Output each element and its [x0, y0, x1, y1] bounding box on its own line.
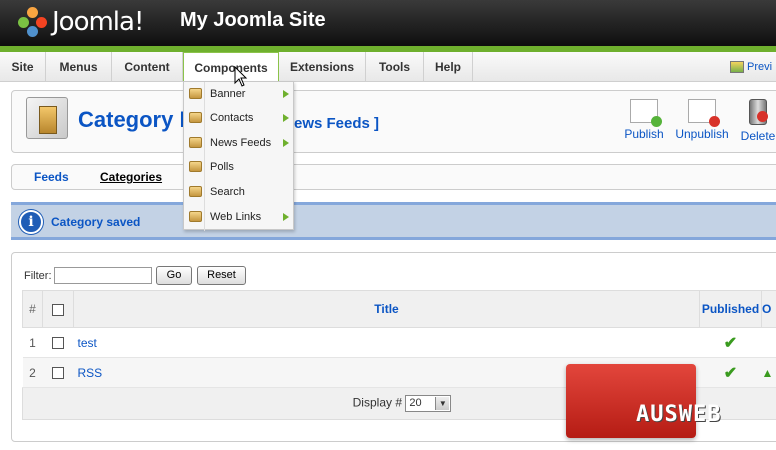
order-up-icon[interactable]: ▲ — [762, 366, 774, 380]
submenu-categories[interactable]: Categories — [100, 170, 162, 184]
component-icon — [189, 161, 202, 172]
dropdown-item-search[interactable]: Search — [184, 180, 293, 204]
main-menubar: Site Menus Content Components Extensions… — [0, 52, 776, 82]
col-title[interactable]: Title — [73, 290, 700, 328]
toolbar-box: Category M ews Feeds ] Publish Unpublish… — [11, 90, 776, 153]
row-order-cell: ▲ — [761, 357, 776, 388]
unpublish-button[interactable]: Unpublish — [672, 99, 732, 141]
dropdown-item-label: News Feeds — [210, 137, 272, 149]
unpublish-icon — [688, 99, 720, 127]
mouse-cursor-icon — [234, 66, 248, 87]
col-number: # — [22, 290, 43, 328]
row-checkbox[interactable] — [52, 337, 64, 350]
admin-header: Joomla! My Joomla Site — [0, 0, 776, 46]
submenu-arrow-icon — [283, 90, 289, 98]
published-check-icon[interactable]: ✔ — [724, 335, 737, 352]
joomla-logo-icon — [18, 7, 48, 37]
page-title: Category M — [78, 107, 198, 132]
menu-extensions[interactable]: Extensions — [279, 52, 366, 82]
row-number: 1 — [22, 327, 43, 358]
preview-icon — [730, 61, 744, 74]
go-button[interactable]: Go — [156, 266, 192, 285]
row-title-cell: test — [73, 327, 700, 358]
col-order[interactable]: O — [761, 290, 776, 328]
joomla-logo: Joomla! — [18, 6, 144, 38]
logo-text: Joomla! — [52, 7, 144, 37]
preview-label: Previ — [747, 61, 773, 73]
component-icon — [189, 137, 202, 148]
select-all-checkbox[interactable] — [52, 303, 64, 316]
dropdown-item-label: Web Links — [210, 211, 262, 223]
site-name: My Joomla Site — [180, 9, 326, 31]
col-select-all — [42, 290, 74, 328]
info-icon: i — [19, 210, 43, 234]
submenu-arrow-icon — [283, 139, 289, 147]
dropdown-item-polls[interactable]: Polls — [184, 155, 293, 179]
row-published-cell: ✔ — [699, 357, 762, 388]
delete-button[interactable]: Delete — [728, 99, 776, 143]
row-select — [42, 327, 74, 358]
display-label: Display # — [352, 395, 402, 410]
publish-button[interactable]: Publish — [614, 99, 674, 141]
system-message: i Category saved — [11, 202, 776, 240]
component-icon — [189, 211, 202, 222]
components-dropdown: Banner Contacts News Feeds Polls Search … — [183, 81, 294, 231]
chevron-down-icon: ▼ — [435, 397, 450, 410]
row-published-cell: ✔ — [699, 327, 762, 358]
page-title-tail: ews Feeds ] — [294, 115, 380, 132]
table-row: 1 test ✔ — [22, 327, 776, 358]
publish-label: Publish — [624, 127, 664, 141]
menu-site[interactable]: Site — [0, 52, 46, 82]
watermark-text: AUSWEB — [636, 402, 722, 427]
col-published[interactable]: Published — [699, 290, 762, 328]
dropdown-item-label: Contacts — [210, 112, 254, 124]
submenu-arrow-icon — [283, 213, 289, 221]
component-icon — [189, 112, 202, 123]
filter-label: Filter: — [24, 270, 52, 282]
row-title-link[interactable]: RSS — [74, 366, 103, 380]
menu-components[interactable]: Components — [183, 52, 279, 82]
row-select — [42, 357, 74, 388]
dropdown-item-web-links[interactable]: Web Links — [184, 205, 293, 229]
preview-link[interactable]: Previ — [730, 52, 772, 82]
category-manager-icon — [26, 97, 68, 139]
component-icon — [189, 88, 202, 99]
unpublish-label: Unpublish — [675, 127, 729, 141]
submenu-feeds[interactable]: Feeds — [34, 170, 69, 184]
publish-icon — [630, 99, 662, 127]
row-order-cell — [761, 327, 776, 358]
menu-tools[interactable]: Tools — [366, 52, 424, 82]
trash-icon — [749, 99, 768, 125]
row-number: 2 — [22, 357, 43, 388]
message-text: Category saved — [51, 215, 141, 229]
menu-help[interactable]: Help — [424, 52, 473, 82]
dropdown-item-label: Search — [210, 186, 245, 198]
submenu-arrow-icon — [283, 114, 289, 122]
menu-content[interactable]: Content — [112, 52, 183, 82]
submenu-bar: Feeds Categories — [11, 164, 776, 190]
row-title-link[interactable]: test — [74, 336, 97, 350]
display-limit-select[interactable]: 20 ▼ — [405, 395, 452, 412]
dropdown-item-news-feeds[interactable]: News Feeds — [184, 131, 293, 155]
published-check-icon[interactable]: ✔ — [724, 365, 737, 382]
dropdown-item-label: Polls — [210, 161, 234, 173]
filter-input[interactable] — [54, 267, 152, 284]
delete-label: Delete — [740, 129, 776, 143]
dropdown-item-contacts[interactable]: Contacts — [184, 106, 293, 130]
reset-button[interactable]: Reset — [197, 266, 246, 285]
display-limit-value: 20 — [409, 397, 422, 409]
component-icon — [189, 186, 202, 197]
row-checkbox[interactable] — [52, 367, 64, 380]
menu-menus[interactable]: Menus — [46, 52, 112, 82]
